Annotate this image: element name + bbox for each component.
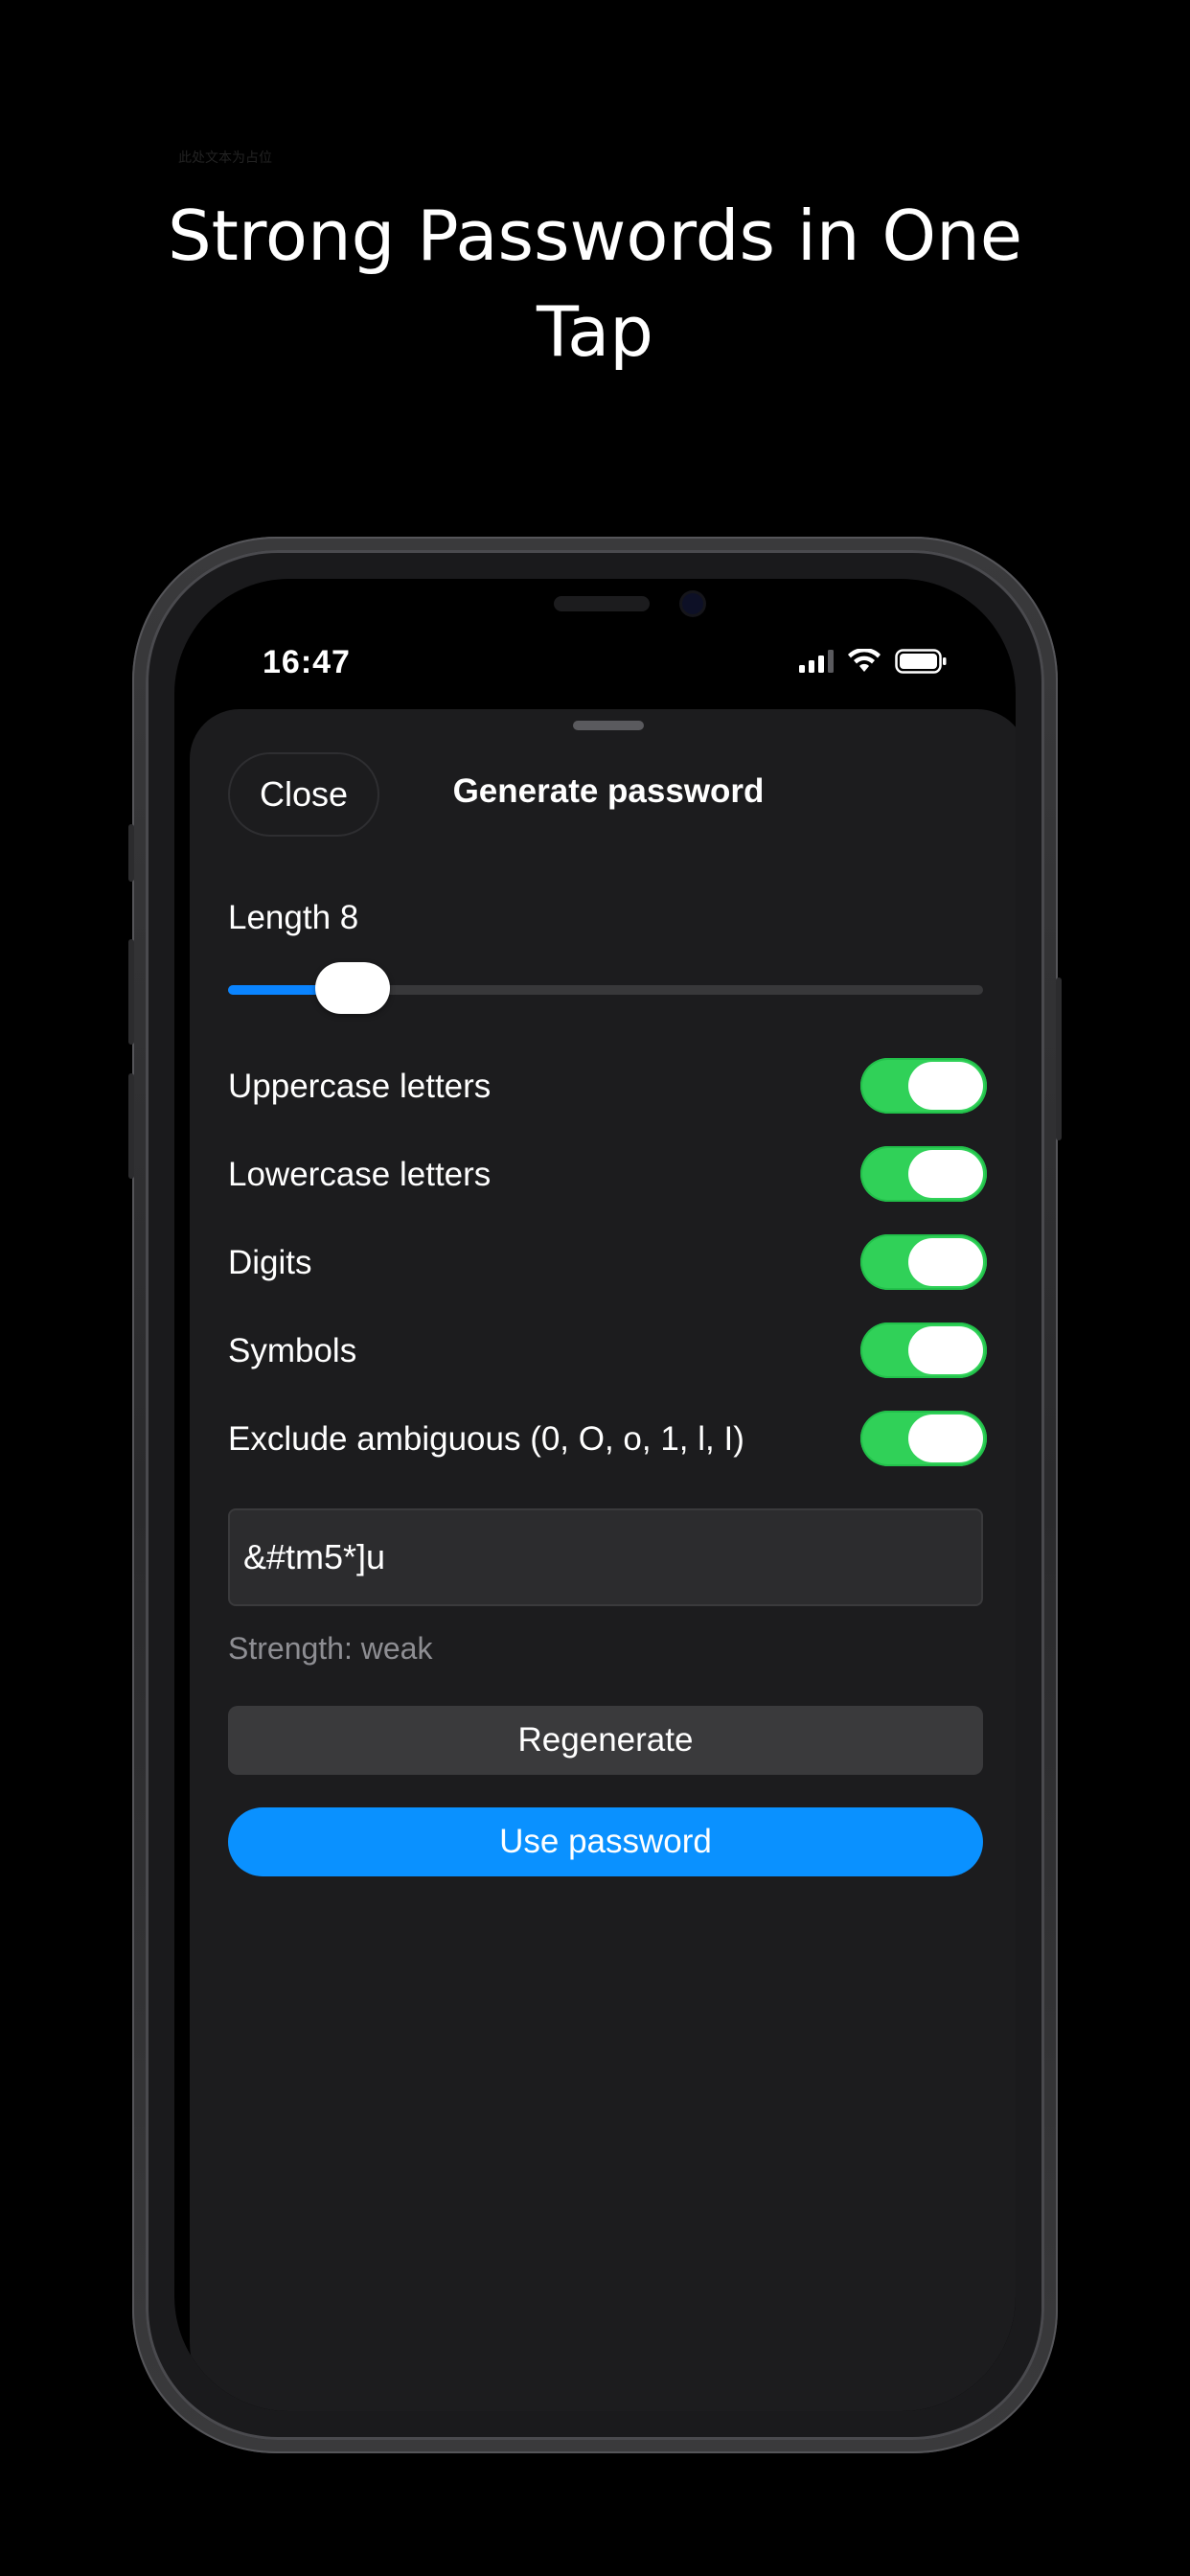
headline-line-1: Strong Passwords in One xyxy=(167,196,1023,276)
mute-switch xyxy=(128,824,134,882)
exclude-ambiguous-toggle[interactable] xyxy=(860,1411,987,1466)
sheet-grabber[interactable] xyxy=(573,721,644,730)
power-button xyxy=(1056,978,1062,1140)
status-icons xyxy=(799,648,947,675)
option-label-uppercase: Uppercase letters xyxy=(228,1068,492,1105)
battery-icon xyxy=(895,649,947,674)
option-row-symbols: Symbols xyxy=(228,1322,987,1382)
option-row-uppercase: Uppercase letters xyxy=(228,1058,987,1117)
regenerate-button[interactable]: Regenerate xyxy=(228,1706,983,1775)
caption-text: 此处文本为占位 xyxy=(178,150,272,165)
generate-password-sheet: Close Generate password Length 8 Upperca… xyxy=(190,709,1016,2411)
close-button[interactable]: Close xyxy=(228,752,379,837)
length-label: Length 8 xyxy=(228,899,359,936)
option-label-symbols: Symbols xyxy=(228,1332,357,1369)
phone-bezel: 16:47 Close Generate password Length 8 U… xyxy=(146,550,1044,2440)
toggle-knob xyxy=(908,1150,983,1198)
phone-screen: 16:47 Close Generate password Length 8 U… xyxy=(174,579,1016,2411)
sheet-title: Generate password xyxy=(452,772,765,810)
app-store-screenshot: 此处文本为占位 Strong Passwords in One Tap 16:4… xyxy=(0,0,1190,2576)
length-slider[interactable] xyxy=(228,962,983,1014)
symbols-toggle[interactable] xyxy=(860,1322,987,1378)
length-slider-thumb[interactable] xyxy=(314,962,390,1014)
notch xyxy=(399,579,816,650)
toggle-knob xyxy=(908,1238,983,1286)
toggle-knob xyxy=(908,1414,983,1462)
option-row-exclude-ambiguous: Exclude ambiguous (0, O, o, 1, l, I) xyxy=(228,1411,987,1470)
option-label-digits: Digits xyxy=(228,1244,312,1281)
option-row-digits: Digits xyxy=(228,1234,987,1294)
status-time: 16:47 xyxy=(263,644,351,680)
wifi-icon xyxy=(848,649,881,672)
generated-password-field[interactable]: &#tm5*]u xyxy=(228,1508,983,1606)
option-label-lowercase: Lowercase letters xyxy=(228,1156,492,1193)
cellular-signal-icon xyxy=(799,650,834,673)
lowercase-toggle[interactable] xyxy=(860,1146,987,1202)
volume-down-button xyxy=(128,1073,134,1179)
uppercase-toggle[interactable] xyxy=(860,1058,987,1114)
volume-up-button xyxy=(128,939,134,1045)
headline-line-2: Tap xyxy=(537,291,653,372)
phone-frame: 16:47 Close Generate password Length 8 U… xyxy=(128,537,1062,2453)
toggle-knob xyxy=(908,1326,983,1374)
toggle-knob xyxy=(908,1062,983,1110)
option-row-lowercase: Lowercase letters xyxy=(228,1146,987,1206)
strength-indicator: Strength: weak xyxy=(228,1631,433,1666)
use-password-button[interactable]: Use password xyxy=(228,1807,983,1876)
option-label-exclude-ambiguous: Exclude ambiguous (0, O, o, 1, l, I) xyxy=(228,1420,744,1458)
speaker-grille xyxy=(554,596,650,611)
headline: Strong Passwords in One Tap xyxy=(0,188,1190,380)
front-camera xyxy=(682,593,703,614)
digits-toggle[interactable] xyxy=(860,1234,987,1290)
